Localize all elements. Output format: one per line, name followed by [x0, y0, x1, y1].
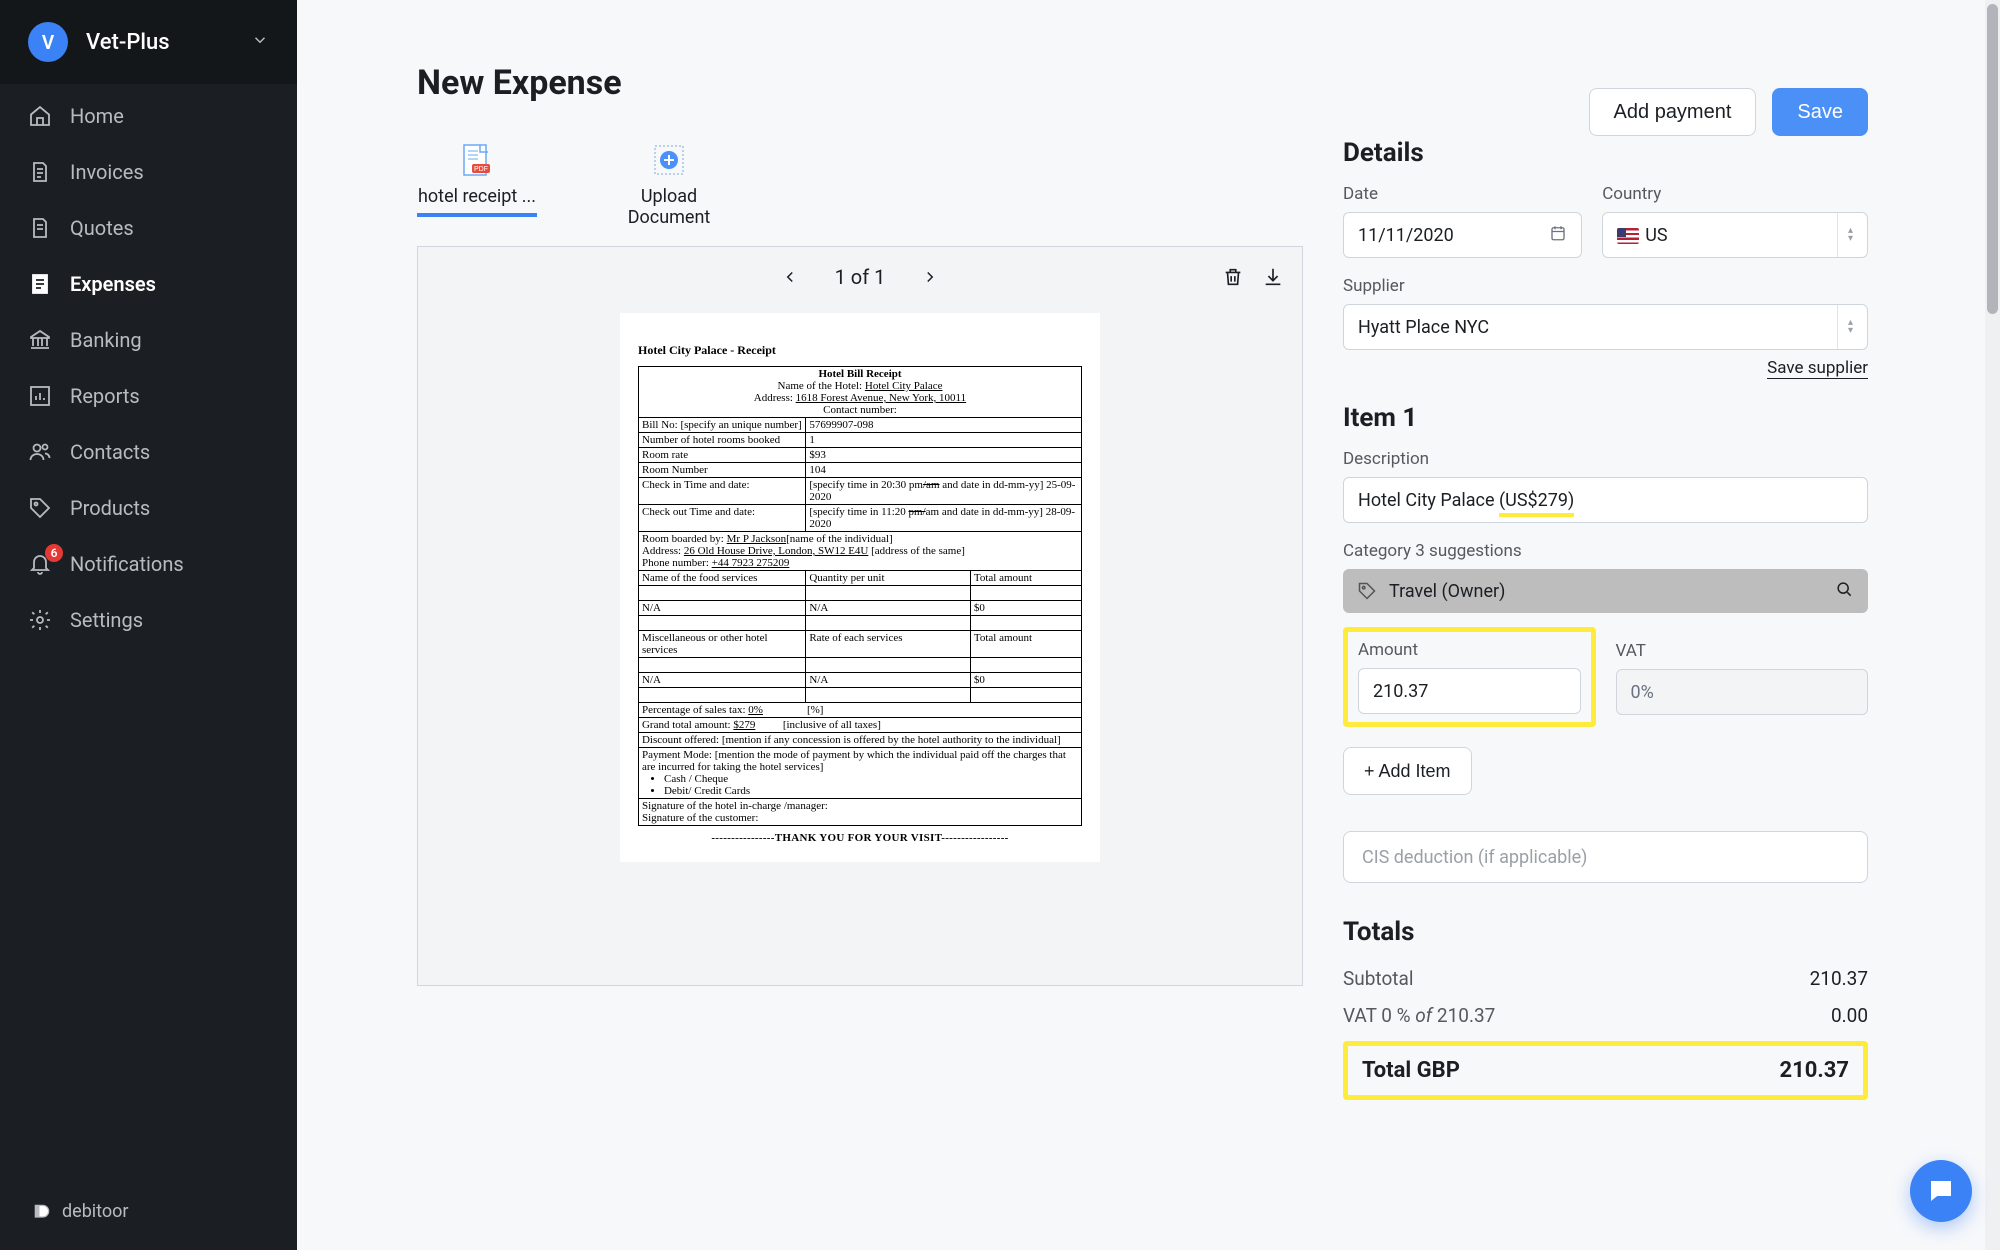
trash-icon[interactable]	[1222, 266, 1244, 288]
amount-input[interactable]: 210.37	[1358, 668, 1581, 714]
item-heading: Item 1	[1343, 403, 1868, 433]
page-counter: 1 of 1	[835, 265, 886, 289]
sidebar-item-label: Quotes	[70, 216, 134, 240]
viewer-toolbar: 1 of 1	[418, 247, 1302, 307]
pdf-viewer: 1 of 1 Hotel City Palace - Receipt Hotel…	[417, 246, 1303, 986]
date-label: Date	[1343, 184, 1582, 204]
brand-label: debitoor	[62, 1201, 129, 1222]
add-payment-button[interactable]: Add payment	[1589, 88, 1757, 136]
sidebar-item-label: Reports	[70, 384, 140, 408]
sidebar-item-banking[interactable]: Banking	[0, 312, 297, 368]
sidebar-item-reports[interactable]: Reports	[0, 368, 297, 424]
svg-text:PDF: PDF	[474, 166, 488, 173]
supplier-label: Supplier	[1343, 276, 1868, 296]
total-row: Total GBP 210.37	[1343, 1041, 1868, 1100]
sidebar-item-label: Settings	[70, 608, 143, 632]
select-arrows-icon: ▴▾	[1837, 305, 1853, 349]
sidebar-item-label: Expenses	[70, 272, 156, 296]
brand-icon	[32, 1202, 52, 1222]
sidebar-item-label: Products	[70, 496, 150, 520]
brand-footer: debitoor	[0, 1173, 297, 1250]
tag-icon	[28, 496, 52, 520]
us-flag-icon	[1617, 228, 1639, 244]
sidebar-item-invoices[interactable]: Invoices	[0, 144, 297, 200]
category-select[interactable]: Travel (Owner)	[1343, 569, 1868, 613]
page-scrollbar[interactable]	[1985, 0, 2000, 1250]
nav: Home Invoices Quotes Expenses Banking Re…	[0, 84, 297, 1173]
scrollbar-thumb[interactable]	[1987, 4, 1998, 314]
add-item-button[interactable]: + Add Item	[1343, 747, 1472, 795]
country-select[interactable]: US ▴▾	[1602, 212, 1868, 258]
receipt-preview: Hotel City Palace - Receipt Hotel Bill R…	[620, 313, 1100, 862]
chart-icon	[28, 384, 52, 408]
upload-doc-tab[interactable]: UploadDocument	[609, 142, 729, 228]
contacts-icon	[28, 440, 52, 464]
document-tabs: PDF hotel receipt ... UploadDocument	[417, 142, 1303, 228]
supplier-select[interactable]: Hyatt Place NYC ▴▾	[1343, 304, 1868, 350]
expense-icon	[28, 272, 52, 296]
page-title: New Expense	[417, 63, 622, 103]
upload-icon	[651, 142, 687, 178]
select-arrows-icon: ▴▾	[1837, 213, 1853, 257]
sidebar-item-quotes[interactable]: Quotes	[0, 200, 297, 256]
sidebar-item-expenses[interactable]: Expenses	[0, 256, 297, 312]
sidebar-item-settings[interactable]: Settings	[0, 592, 297, 648]
amount-highlight: Amount 210.37	[1343, 627, 1596, 727]
attached-doc-label: hotel receipt ...	[417, 186, 537, 217]
cis-input[interactable]: CIS deduction (if applicable)	[1343, 831, 1868, 883]
chevron-down-icon	[251, 31, 269, 53]
org-switcher[interactable]: V Vet-Plus	[0, 0, 297, 84]
sidebar-item-label: Contacts	[70, 440, 150, 464]
search-icon	[1834, 579, 1854, 604]
subtotal-row: Subtotal 210.37	[1343, 967, 1868, 990]
category-value: Travel (Owner)	[1389, 581, 1505, 602]
sidebar-item-label: Invoices	[70, 160, 144, 184]
vat-input[interactable]: 0%	[1616, 669, 1869, 715]
main: New Expense Add payment Save PDF hotel r…	[297, 0, 1988, 1250]
download-icon[interactable]	[1262, 266, 1284, 288]
amount-label: Amount	[1358, 640, 1581, 660]
bank-icon	[28, 328, 52, 352]
country-label: Country	[1602, 184, 1868, 204]
description-input[interactable]: Hotel City Palace (US$279)	[1343, 477, 1868, 523]
sidebar-item-products[interactable]: Products	[0, 480, 297, 536]
sidebar-item-notifications[interactable]: 6 Notifications	[0, 536, 297, 592]
sidebar-item-home[interactable]: Home	[0, 88, 297, 144]
chat-launcher[interactable]	[1910, 1160, 1972, 1222]
notification-badge: 6	[45, 544, 63, 562]
save-button[interactable]: Save	[1772, 88, 1868, 136]
vat-label: VAT	[1616, 641, 1869, 661]
prev-page-icon[interactable]	[781, 268, 799, 286]
date-input[interactable]: 11/11/2020	[1343, 212, 1582, 258]
totals-heading: Totals	[1343, 917, 1868, 947]
chat-icon	[1926, 1176, 1956, 1206]
sidebar-item-contacts[interactable]: Contacts	[0, 424, 297, 480]
sidebar: V Vet-Plus Home Invoices Quotes Expenses…	[0, 0, 297, 1250]
pdf-file-icon: PDF	[459, 142, 495, 178]
tag-icon	[1357, 581, 1377, 601]
category-label: Category 3 suggestions	[1343, 541, 1868, 561]
next-page-icon[interactable]	[921, 268, 939, 286]
description-label: Description	[1343, 449, 1868, 469]
details-heading: Details	[1343, 138, 1868, 168]
attached-doc-tab[interactable]: PDF hotel receipt ...	[417, 142, 537, 228]
home-icon	[28, 104, 52, 128]
sidebar-item-label: Notifications	[70, 552, 184, 576]
sidebar-item-label: Banking	[70, 328, 142, 352]
org-avatar: V	[28, 22, 68, 62]
org-name: Vet-Plus	[86, 30, 233, 55]
save-supplier-link[interactable]: Save supplier	[1767, 358, 1868, 379]
vat-row: VAT 0 % of 210.37 0.00	[1343, 1004, 1868, 1027]
sidebar-item-label: Home	[70, 104, 124, 128]
invoice-icon	[28, 160, 52, 184]
upload-label: UploadDocument	[628, 186, 711, 228]
quote-icon	[28, 216, 52, 240]
gear-icon	[28, 608, 52, 632]
calendar-icon	[1549, 224, 1567, 247]
